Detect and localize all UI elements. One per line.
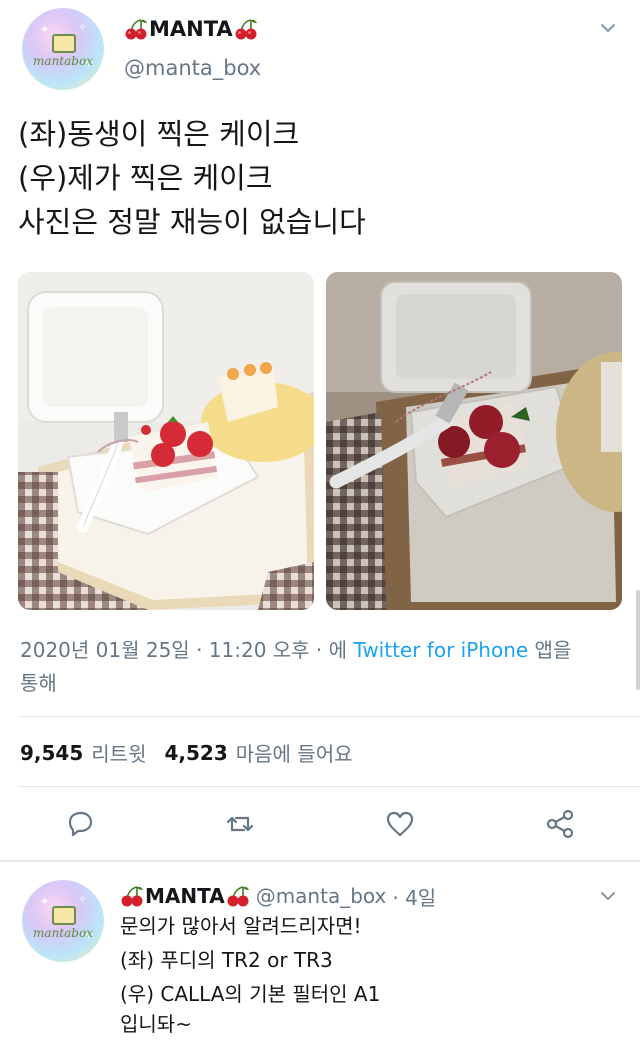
divider bbox=[18, 786, 640, 787]
reply-display-name[interactable]: MANTA bbox=[145, 884, 225, 908]
scrollbar[interactable] bbox=[636, 590, 640, 690]
reply-text-line: 문의가 많아서 알려드리자면! bbox=[120, 914, 362, 938]
tweet-photo-left[interactable] bbox=[18, 272, 314, 610]
reply-handle[interactable]: @manta_box bbox=[256, 884, 387, 908]
divider bbox=[18, 716, 640, 717]
sparkle-icon: ✦ bbox=[40, 23, 50, 36]
reply-text-line: 입니돠~ bbox=[120, 1012, 192, 1036]
tweet-text-line: 사진은 정말 재능이 없습니다 bbox=[18, 205, 366, 239]
reply-time: · 4일 bbox=[392, 885, 437, 910]
tweet-photo-right[interactable] bbox=[326, 272, 622, 610]
reply-icon[interactable] bbox=[62, 806, 98, 842]
source-suffix: 앱을 bbox=[528, 638, 572, 662]
author-name-row: MANTA bbox=[124, 14, 258, 44]
chevron-down-icon[interactable] bbox=[598, 18, 618, 38]
reply-text-line: (우) CALLA의 기본 필터인 A1 bbox=[120, 982, 381, 1006]
cherry-icon bbox=[235, 19, 257, 40]
like-icon[interactable] bbox=[382, 806, 418, 842]
cherry-icon bbox=[121, 886, 143, 907]
tweet-text-line: (우)제가 찍은 케이크 bbox=[18, 161, 273, 195]
retweet-count[interactable]: 9,545 bbox=[20, 741, 83, 765]
reply-avatar[interactable]: ✦ ✧ ✦ mantabox bbox=[22, 880, 104, 962]
retweet-icon[interactable] bbox=[222, 806, 258, 842]
divider bbox=[0, 860, 640, 862]
avatar-logo-text: mantabox bbox=[33, 926, 93, 940]
retweet-label[interactable]: 리트윗 bbox=[91, 738, 146, 767]
avatar-logo-text: mantabox bbox=[33, 54, 93, 68]
timestamp: 2020년 01월 25일 · 11:20 오후 · 에 bbox=[20, 638, 354, 662]
cherry-icon bbox=[227, 886, 249, 907]
box-icon bbox=[52, 34, 76, 53]
like-label[interactable]: 마음에 들어요 bbox=[236, 738, 353, 767]
share-icon[interactable] bbox=[542, 806, 578, 842]
reply-author-row: MANTA @manta_box · 4일 bbox=[120, 880, 436, 912]
author-handle[interactable]: @manta_box bbox=[124, 56, 261, 80]
tweet-meta: 2020년 01월 25일 · 11:20 오후 · 에 Twitter for… bbox=[20, 634, 620, 700]
avatar[interactable]: ✦ ✧ ✦ mantabox bbox=[22, 8, 104, 90]
like-count[interactable]: 4,523 bbox=[164, 741, 227, 765]
display-name[interactable]: MANTA bbox=[149, 17, 233, 41]
tweet-text-line: (좌)동생이 찍은 케이크 bbox=[18, 117, 300, 151]
sparkle-icon: ✧ bbox=[78, 21, 88, 34]
sparkle-icon: ✧ bbox=[78, 893, 88, 906]
cherry-icon bbox=[125, 19, 147, 40]
box-icon bbox=[52, 906, 76, 925]
sparkle-icon: ✦ bbox=[40, 895, 50, 908]
cake-photo-illustration bbox=[326, 272, 622, 610]
source-link[interactable]: Twitter for iPhone bbox=[353, 638, 528, 662]
cake-photo-illustration bbox=[18, 272, 314, 610]
tweet-stats: 9,545 리트윗 4,523 마음에 들어요 bbox=[20, 738, 353, 767]
chevron-down-icon[interactable] bbox=[598, 886, 618, 906]
source-suffix-line2: 통해 bbox=[20, 671, 57, 695]
reply-text-line: (좌) 푸디의 TR2 or TR3 bbox=[120, 948, 333, 972]
